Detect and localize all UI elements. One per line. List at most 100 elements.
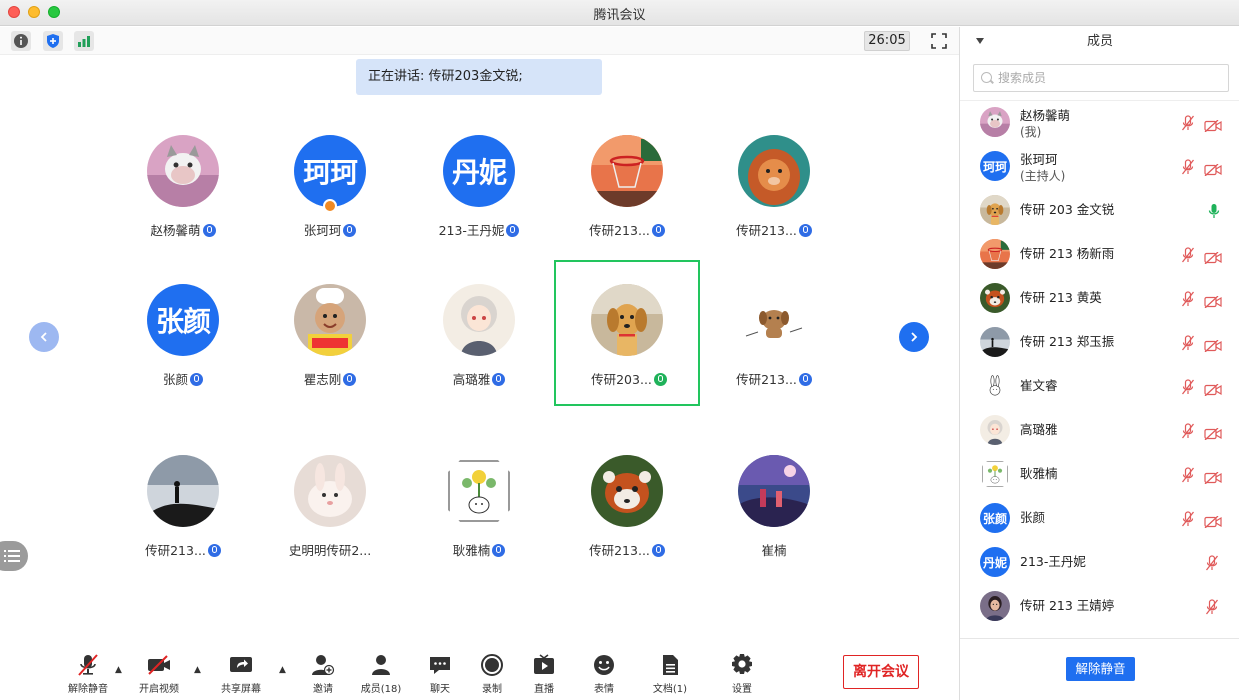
settings-button[interactable]: 设置 — [712, 653, 772, 695]
start-video-label: 开启视频 — [139, 684, 179, 695]
participant-tile[interactable]: 传研213... — [554, 111, 700, 257]
member-row[interactable]: 丹妮 213-王丹妮 — [960, 541, 1239, 585]
participant-tile[interactable]: 传研203... — [554, 260, 700, 406]
member-name: 张珂珂 — [1020, 152, 1058, 167]
member-row[interactable]: 张颜 张颜 — [960, 497, 1239, 541]
member-row[interactable]: 传研 213 王婧婷 — [960, 585, 1239, 629]
start-video-button[interactable]: 开启视频 — [129, 653, 189, 695]
participant-tile[interactable]: 传研213... — [701, 111, 847, 257]
docs-button[interactable]: 文档(1) — [640, 653, 700, 695]
invite-button[interactable]: 邀请 — [293, 653, 353, 695]
share-screen-button[interactable]: 共享屏幕 — [211, 653, 271, 695]
reaction-button[interactable]: 表情 — [574, 653, 634, 695]
mic-muted-icon[interactable] — [1181, 115, 1195, 131]
member-name: 张颜 — [1020, 510, 1046, 525]
member-row[interactable]: 珂珂 张珂珂 (主持人) — [960, 145, 1239, 189]
member-name: 传研 213 王婧婷 — [1020, 598, 1115, 613]
participant-name: 耿雅楠 — [452, 543, 491, 558]
member-row[interactable]: 崔文睿 — [960, 365, 1239, 409]
participant-tile[interactable]: 崔楠 — [701, 431, 847, 577]
speaking-indicator: 正在讲话: 传研203金文锐; — [356, 59, 602, 95]
camera-off-icon[interactable] — [1204, 249, 1222, 265]
member-name: 传研 203 金文锐 — [1020, 202, 1115, 217]
signal-strength-icon[interactable] — [74, 31, 94, 51]
participant-tile[interactable]: 赵杨馨萌 — [110, 111, 256, 257]
video-options-caret[interactable]: ▲ — [194, 665, 204, 675]
participant-tile[interactable]: 珂珂 张珂珂 — [257, 111, 403, 257]
participant-tile[interactable]: 瞿志刚 — [257, 260, 403, 406]
camera-off-icon[interactable] — [1204, 381, 1222, 397]
unmute-options-caret[interactable]: ▲ — [115, 665, 125, 675]
mic-muted-icon[interactable] — [1181, 423, 1195, 439]
member-list: 赵杨馨萌 (我) 珂珂 张珂珂 (主持人) 传研 203 金文锐 传研 213 杨新雨 传研 … — [960, 100, 1239, 638]
member-avatar — [980, 239, 1010, 269]
mic-muted-icon[interactable] — [1181, 159, 1195, 175]
member-search-input[interactable]: 搜索成员 — [973, 64, 1229, 92]
participant-name: 传研213... — [589, 543, 650, 558]
mic-muted-icon[interactable] — [1181, 511, 1195, 527]
muted-mic-icon — [75, 653, 101, 677]
chat-button[interactable]: 聊天 — [410, 653, 470, 695]
share-screen-icon — [228, 653, 254, 677]
member-row[interactable]: 传研 213 杨新雨 — [960, 233, 1239, 277]
member-row[interactable]: 高璐雅 — [960, 409, 1239, 453]
participant-avatar — [738, 455, 810, 527]
mic-muted-icon[interactable] — [1205, 555, 1219, 571]
member-row[interactable]: 耿雅楠 — [960, 453, 1239, 497]
participant-name: 史明明传研2... — [288, 543, 372, 558]
collapse-panel-caret-icon[interactable] — [976, 38, 984, 44]
add-user-icon — [310, 653, 336, 677]
unmute-all-button[interactable]: 解除静音 — [1066, 657, 1135, 681]
member-row[interactable]: 传研 213 黄英 — [960, 277, 1239, 321]
member-avatar — [980, 107, 1010, 137]
member-row[interactable]: 传研 213 郑玉振 — [960, 321, 1239, 365]
mic-muted-icon[interactable] — [1181, 335, 1195, 351]
member-avatar — [980, 283, 1010, 313]
participant-avatar — [738, 284, 810, 356]
participant-tile[interactable]: 耿雅楠 — [406, 431, 552, 577]
mic-status-icon — [343, 224, 357, 237]
camera-off-icon[interactable] — [1204, 117, 1222, 133]
participant-tile[interactable]: 传研213... — [701, 260, 847, 406]
info-icon[interactable] — [11, 31, 31, 51]
fullscreen-icon[interactable] — [929, 31, 949, 51]
mic-muted-icon[interactable] — [1181, 379, 1195, 395]
mic-status-icon — [798, 224, 812, 237]
security-shield-icon[interactable] — [43, 31, 63, 51]
member-row[interactable]: 传研 203 金文锐 — [960, 189, 1239, 233]
member-name: 传研 213 黄英 — [1020, 290, 1102, 305]
participant-tile[interactable]: 张颜 张颜 — [110, 260, 256, 406]
live-stream-label: 直播 — [534, 684, 554, 695]
leave-meeting-button[interactable]: 离开会议 — [843, 655, 919, 689]
record-button[interactable]: 录制 — [462, 653, 522, 695]
camera-off-icon[interactable] — [1204, 161, 1222, 177]
participant-tile[interactable]: 史明明传研2... — [257, 431, 403, 577]
camera-off-icon — [146, 653, 172, 677]
members-button[interactable]: 成员(18) — [351, 653, 411, 695]
camera-off-icon[interactable] — [1204, 293, 1222, 309]
participant-name: 传研213... — [145, 543, 206, 558]
camera-off-icon[interactable] — [1204, 469, 1222, 485]
participant-avatar — [443, 455, 515, 527]
participant-avatar — [591, 455, 663, 527]
camera-off-icon[interactable] — [1204, 425, 1222, 441]
mic-muted-icon[interactable] — [1181, 291, 1195, 307]
live-stream-button[interactable]: 直播 — [514, 653, 574, 695]
prev-page-button[interactable] — [29, 322, 59, 352]
participant-tile[interactable]: 高璐雅 — [406, 260, 552, 406]
layout-list-toggle[interactable] — [0, 541, 28, 571]
participant-tile[interactable]: 传研213... — [110, 431, 256, 577]
member-row[interactable]: 赵杨馨萌 (我) — [960, 101, 1239, 145]
camera-off-icon[interactable] — [1204, 337, 1222, 353]
mic-active-icon[interactable] — [1208, 203, 1220, 219]
next-page-button[interactable] — [899, 322, 929, 352]
participant-tile[interactable]: 传研213... — [554, 431, 700, 577]
camera-off-icon[interactable] — [1204, 513, 1222, 529]
mic-status-icon — [798, 373, 812, 386]
mic-muted-icon[interactable] — [1181, 247, 1195, 263]
mic-muted-icon[interactable] — [1205, 599, 1219, 615]
mic-muted-icon[interactable] — [1181, 467, 1195, 483]
participant-tile[interactable]: 丹妮 213-王丹妮 — [406, 111, 552, 257]
unmute-button[interactable]: 解除静音 — [58, 653, 118, 695]
share-options-caret[interactable]: ▲ — [279, 665, 289, 675]
